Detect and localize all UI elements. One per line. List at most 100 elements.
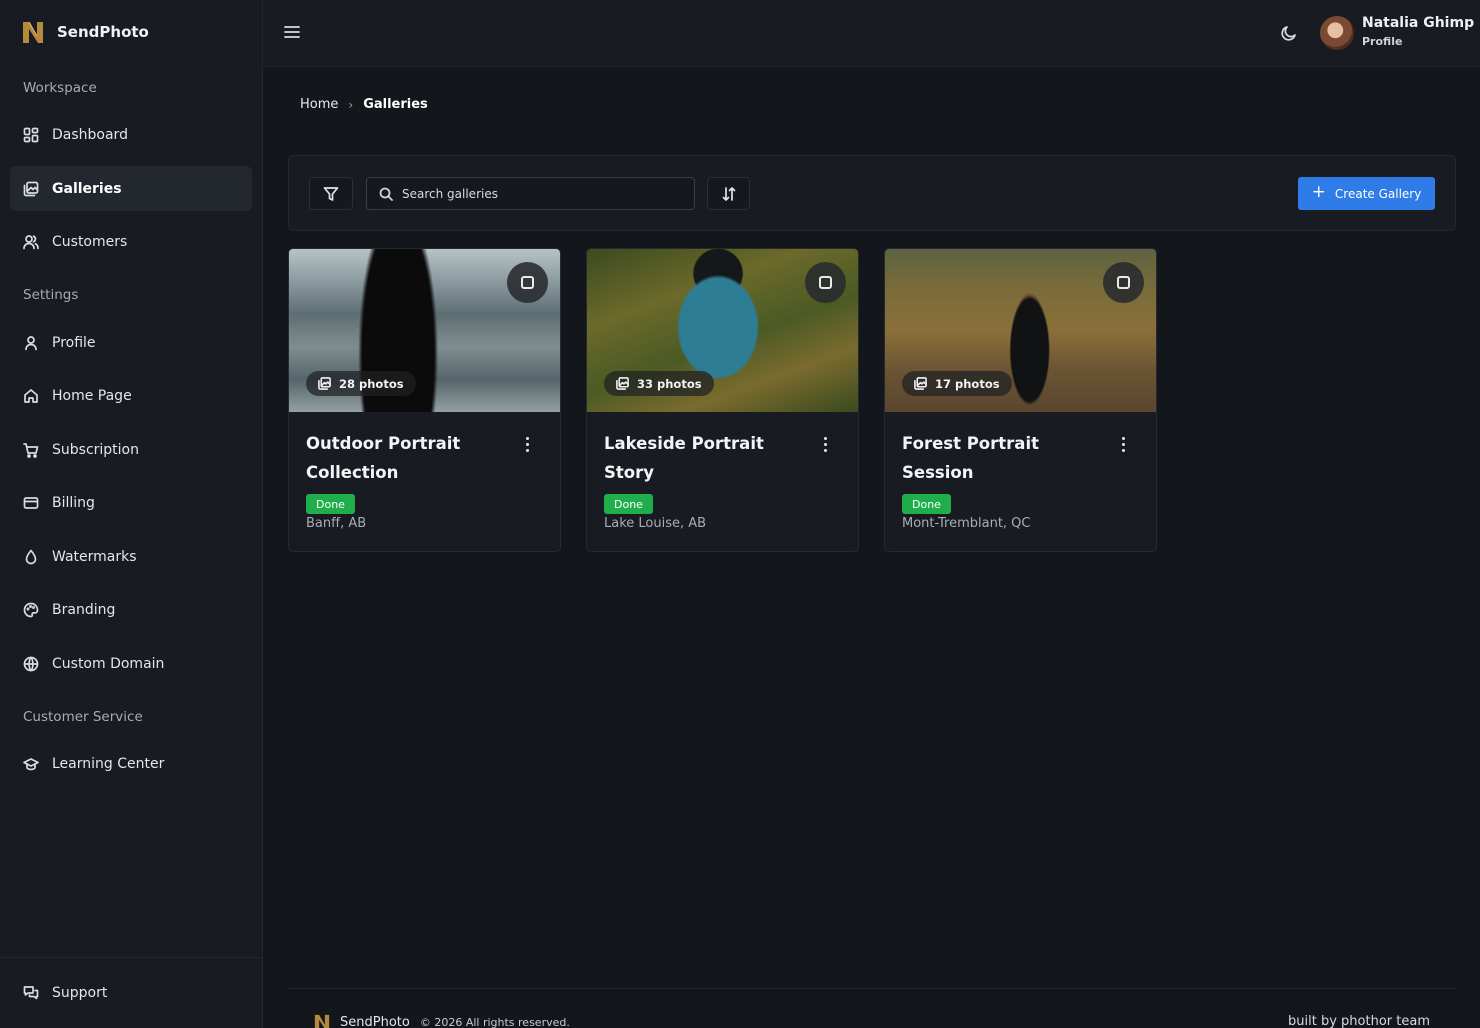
- sidebar-item-label: Billing: [52, 494, 95, 511]
- footer-copyright: © 2026 All rights reserved.: [419, 1015, 570, 1028]
- checkbox-icon: [1117, 276, 1130, 289]
- sidebar-item-label: Watermarks: [52, 548, 137, 565]
- breadcrumb-current: Galleries: [363, 97, 428, 112]
- user-icon: [23, 335, 39, 351]
- sidebar-item-customers[interactable]: Customers: [10, 219, 252, 264]
- galleries-toolbar: + Create Gallery: [288, 155, 1456, 231]
- sidebar-divider: [0, 957, 262, 958]
- search-icon: [379, 187, 393, 201]
- user-role: Profile: [1362, 35, 1403, 48]
- gallery-card[interactable]: 17 photos Forest Portrait Session Done M…: [884, 248, 1157, 552]
- more-options-button[interactable]: [1116, 435, 1130, 453]
- users-icon: [23, 234, 39, 250]
- chevron-right-icon: ›: [348, 97, 354, 112]
- gallery-card[interactable]: 28 photos Outdoor Portrait Collection Do…: [288, 248, 561, 552]
- sort-button[interactable]: [707, 177, 750, 210]
- dashboard-icon: [23, 127, 39, 143]
- sidebar-item-custom-domain[interactable]: Custom Domain: [10, 641, 252, 686]
- sidebar-item-label: Support: [52, 984, 108, 1001]
- chat-icon: [23, 985, 39, 1001]
- user-name[interactable]: Natalia Ghimp: [1362, 15, 1474, 31]
- sidebar-item-subscription[interactable]: Subscription: [10, 427, 252, 472]
- sort-icon: [722, 186, 735, 201]
- status-badge: Done: [604, 494, 653, 514]
- gallery-location: Mont-Tremblant, QC: [902, 516, 1031, 531]
- brand[interactable]: SendPhoto: [20, 18, 149, 46]
- hamburger-icon: [284, 26, 300, 38]
- status-badge: Done: [306, 494, 355, 514]
- section-title-settings: Settings: [23, 287, 79, 303]
- gallery-location: Banff, AB: [306, 516, 367, 531]
- menu-toggle-button[interactable]: [283, 23, 301, 41]
- gallery-location: Lake Louise, AB: [604, 516, 707, 531]
- gallery-title[interactable]: Forest Portrait Session: [902, 429, 1107, 487]
- filter-icon: [323, 186, 339, 201]
- credit-card-icon: [23, 495, 39, 511]
- sidebar-item-profile[interactable]: Profile: [10, 320, 252, 365]
- photo-count-badge: 33 photos: [604, 371, 714, 396]
- sidebar-item-label: Customers: [52, 233, 128, 250]
- section-title-customer-service: Customer Service: [23, 709, 143, 725]
- status-badge: Done: [902, 494, 951, 514]
- gallery-icon: [318, 377, 331, 390]
- moon-icon: [1281, 26, 1296, 41]
- photo-count-label: 28 photos: [339, 376, 404, 391]
- palette-icon: [23, 602, 39, 618]
- droplet-icon: [23, 549, 39, 565]
- sidebar-item-dashboard[interactable]: Dashboard: [10, 112, 252, 157]
- filter-button[interactable]: [309, 177, 353, 210]
- select-checkbox[interactable]: [805, 262, 846, 303]
- sidebar: SendPhoto Workspace Dashboard Galleries …: [0, 0, 263, 1028]
- photo-count-badge: 17 photos: [902, 371, 1012, 396]
- sidebar-item-home-page[interactable]: Home Page: [10, 373, 252, 418]
- checkbox-icon: [819, 276, 832, 289]
- app-root: SendPhoto Workspace Dashboard Galleries …: [0, 0, 1480, 1028]
- search-box: [366, 177, 695, 210]
- cart-icon: [23, 442, 39, 458]
- gallery-card[interactable]: 33 photos Lakeside Portrait Story Done L…: [586, 248, 859, 552]
- more-options-button[interactable]: [818, 435, 832, 453]
- sidebar-item-label: Learning Center: [52, 755, 165, 772]
- logo-icon: [23, 21, 43, 43]
- sidebar-item-label: Home Page: [52, 387, 132, 404]
- create-gallery-button[interactable]: + Create Gallery: [1298, 177, 1435, 210]
- more-options-button[interactable]: [520, 435, 534, 453]
- checkbox-icon: [521, 276, 534, 289]
- gallery-title[interactable]: Lakeside Portrait Story: [604, 429, 809, 487]
- gallery-icon: [23, 181, 39, 197]
- gallery-title[interactable]: Outdoor Portrait Collection: [306, 429, 511, 487]
- search-input[interactable]: [402, 186, 672, 201]
- sidebar-item-label: Dashboard: [52, 126, 128, 143]
- gallery-icon: [616, 377, 629, 390]
- sidebar-item-branding[interactable]: Branding: [10, 587, 252, 632]
- footer-brand: SendPhoto © 2026 All rights reserved.: [312, 1012, 570, 1028]
- logo-icon: [314, 1014, 330, 1028]
- globe-icon: [23, 656, 39, 672]
- select-checkbox[interactable]: [507, 262, 548, 303]
- sidebar-item-label: Galleries: [52, 180, 122, 197]
- section-title-workspace: Workspace: [23, 80, 97, 96]
- footer-divider: [288, 988, 1456, 989]
- footer-brand-name: SendPhoto: [340, 1014, 410, 1028]
- sidebar-item-learning-center[interactable]: Learning Center: [10, 741, 252, 786]
- breadcrumb: Home › Galleries: [300, 97, 428, 112]
- brand-name: SendPhoto: [57, 23, 149, 41]
- sidebar-item-galleries[interactable]: Galleries: [10, 166, 252, 211]
- create-gallery-label: Create Gallery: [1334, 186, 1422, 201]
- avatar[interactable]: [1320, 16, 1354, 50]
- gallery-icon: [914, 377, 927, 390]
- select-checkbox[interactable]: [1103, 262, 1144, 303]
- sidebar-item-billing[interactable]: Billing: [10, 480, 252, 525]
- breadcrumb-home[interactable]: Home: [300, 97, 338, 112]
- home-icon: [23, 388, 39, 404]
- photo-count-label: 33 photos: [637, 376, 702, 391]
- footer-credit: built by phothor team: [1288, 1014, 1430, 1028]
- theme-toggle-button[interactable]: [1280, 24, 1298, 42]
- sidebar-item-label: Custom Domain: [52, 655, 165, 672]
- top-header: Natalia Ghimp Profile: [263, 0, 1480, 67]
- sidebar-item-support[interactable]: Support: [10, 970, 252, 1015]
- sidebar-item-watermarks[interactable]: Watermarks: [10, 534, 252, 579]
- sidebar-item-label: Subscription: [52, 441, 139, 458]
- photo-count-badge: 28 photos: [306, 371, 416, 396]
- plus-icon: +: [1311, 182, 1326, 202]
